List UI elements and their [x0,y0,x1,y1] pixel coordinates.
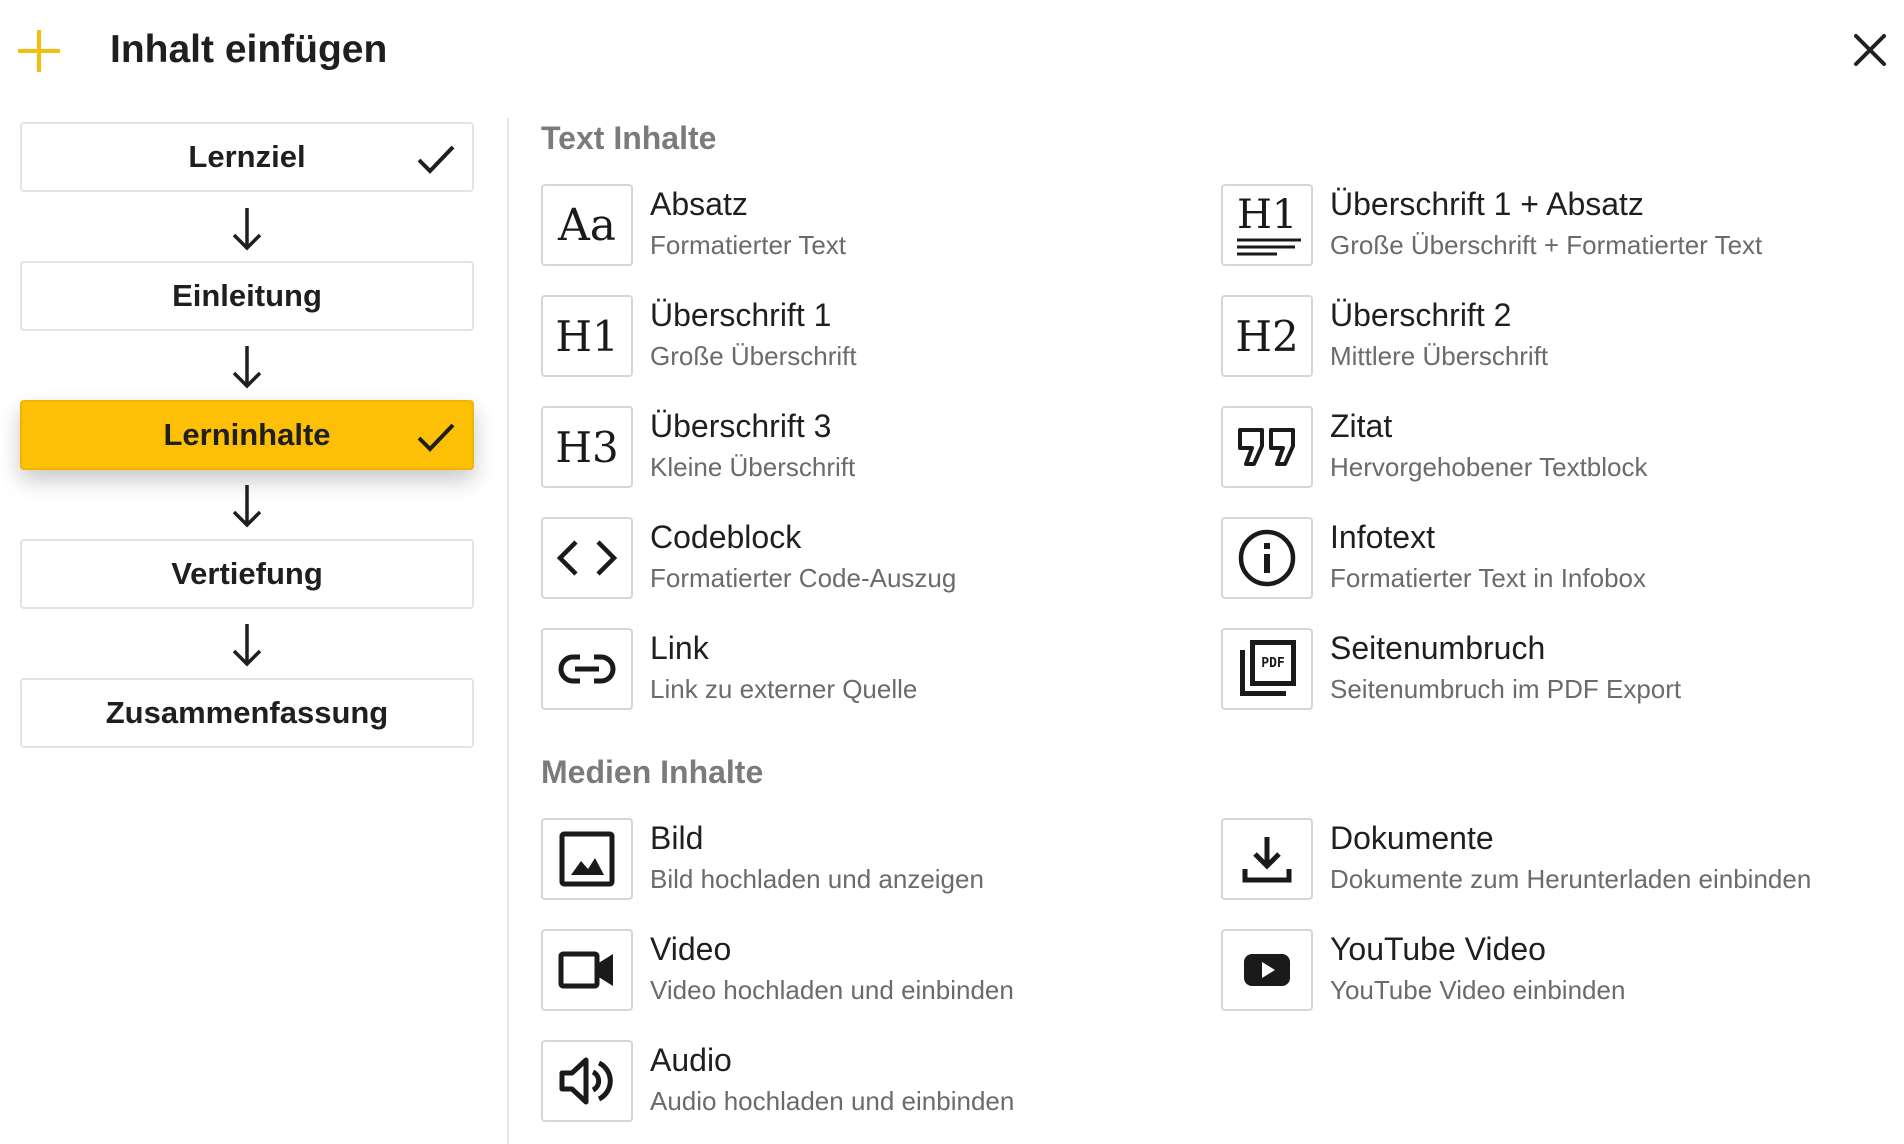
item-name: Absatz [650,186,748,222]
item-name: Seitenumbruch [1330,630,1546,666]
item-name: Dokumente [1330,820,1494,856]
item-name: Audio [650,1042,732,1078]
check-icon [417,423,455,452]
item-youtube-video[interactable]: YouTube Video YouTube Video einbinden [1221,929,1861,1015]
quote-icon [1221,406,1313,488]
item-seitenumbruch[interactable]: PDF Seitenumbruch Seitenumbruch im PDF E… [1221,628,1861,714]
item-name: Überschrift 2 [1330,297,1512,333]
step-zusammenfassung[interactable]: Zusammenfassung [20,678,474,748]
item-name: Video [650,931,732,967]
close-icon[interactable] [1848,28,1892,72]
item-name: YouTube Video [1330,931,1546,967]
step-label: Einleitung [172,278,322,313]
item-audio[interactable]: Audio Audio hochladen und einbinden [541,1040,1181,1126]
arrow-down-icon [232,208,262,251]
heading-paragraph-icon: H1 [1221,184,1313,266]
item-desc: Formatierter Text in Infobox [1330,563,1646,593]
item-desc: Link zu externer Quelle [650,674,918,704]
item-absatz[interactable]: Aa Absatz Formatierter Text [541,184,1181,270]
item-name: Überschrift 3 [650,408,832,444]
item-desc: Formatierter Code-Auszug [650,563,957,593]
paragraph-icon: Aa [541,184,633,266]
item-zitat[interactable]: Zitat Hervorgehobener Textblock [1221,406,1861,492]
item-ueberschrift-2[interactable]: H2 Überschrift 2 Mittlere Überschrift [1221,295,1861,381]
item-infotext[interactable]: Infotext Formatierter Text in Infobox [1221,517,1861,603]
download-icon [1221,818,1313,900]
item-desc: Formatierter Text [650,230,847,260]
h1-icon: H1 [541,295,633,377]
item-name: Überschrift 1 [650,297,832,333]
item-desc: Kleine Überschrift [650,452,856,482]
check-icon [417,145,455,174]
step-label: Lernziel [188,139,306,174]
section-title-text: Text Inhalte [541,120,717,156]
item-name: Zitat [1330,408,1393,444]
item-name: Bild [650,820,704,856]
info-icon [1221,517,1313,599]
step-vertiefung[interactable]: Vertiefung [20,539,474,609]
item-dokumente[interactable]: Dokumente Dokumente zum Herunterladen ei… [1221,818,1861,904]
image-icon [541,818,633,900]
item-desc: Video hochladen und einbinden [650,975,1014,1005]
item-link[interactable]: Link Link zu externer Quelle [541,628,1181,714]
item-name: Codeblock [650,519,802,555]
item-desc: Große Überschrift [650,341,857,371]
arrow-down-icon [232,624,262,667]
youtube-icon [1221,929,1313,1011]
step-label: Lerninhalte [163,417,331,452]
step-lernziel[interactable]: Lernziel [20,122,474,192]
code-icon [541,517,633,599]
item-name: Link [650,630,709,666]
step-label: Vertiefung [171,556,323,591]
item-desc: Große Überschrift + Formatierter Text [1330,230,1763,260]
item-desc: Audio hochladen und einbinden [650,1086,1015,1116]
page-title: Inhalt einfügen [110,28,388,71]
item-desc: Bild hochladen und anzeigen [650,864,984,894]
arrow-down-icon [232,485,262,528]
item-ueberschrift-3[interactable]: H3 Überschrift 3 Kleine Überschrift [541,406,1181,492]
step-einleitung[interactable]: Einleitung [20,261,474,331]
plus-icon [18,30,60,72]
item-desc: Mittlere Überschrift [1330,341,1549,371]
pdf-icon: PDF [1221,628,1313,710]
link-icon [541,628,633,710]
h2-icon: H2 [1221,295,1313,377]
item-ueberschrift-1-absatz[interactable]: H1 Überschrift 1 + Absatz Große Überschr… [1221,184,1861,270]
item-name: Überschrift 1 + Absatz [1330,186,1644,222]
item-video[interactable]: Video Video hochladen und einbinden [541,929,1181,1015]
step-label: Zusammenfassung [105,695,389,730]
arrow-down-icon [232,346,262,389]
item-desc: Hervorgehobener Textblock [1330,452,1648,482]
item-desc: Dokumente zum Herunterladen einbinden [1330,864,1812,894]
section-title-media: Medien Inhalte [541,754,764,790]
item-codeblock[interactable]: Codeblock Formatierter Code-Auszug [541,517,1181,603]
item-name: Infotext [1330,519,1435,555]
item-desc: Seitenumbruch im PDF Export [1330,674,1682,704]
audio-icon [541,1040,633,1122]
step-lerninhalte[interactable]: Lerninhalte [20,400,474,470]
divider [507,118,509,1144]
item-desc: YouTube Video einbinden [1330,975,1626,1005]
video-icon [541,929,633,1011]
item-bild[interactable]: Bild Bild hochladen und anzeigen [541,818,1181,904]
item-ueberschrift-1[interactable]: H1 Überschrift 1 Große Überschrift [541,295,1181,381]
h3-icon: H3 [541,406,633,488]
